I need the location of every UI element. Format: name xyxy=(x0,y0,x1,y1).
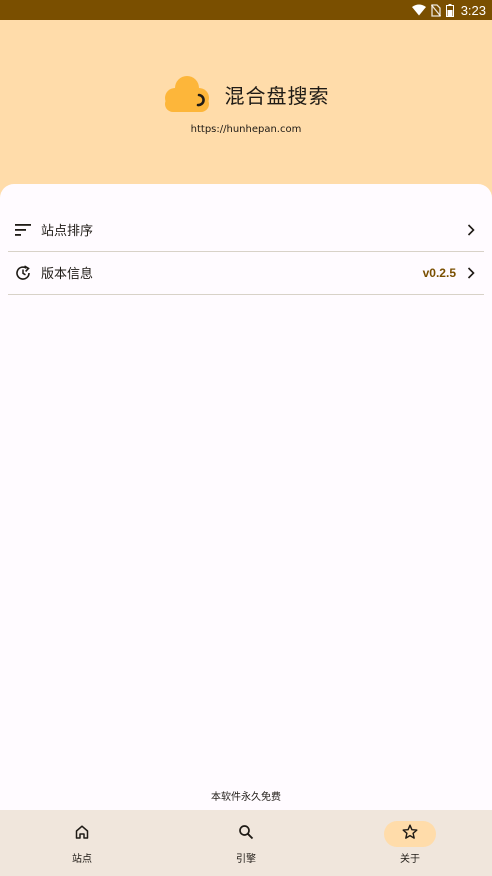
nav-item-engines[interactable]: 引擎 xyxy=(164,810,328,876)
wifi-icon xyxy=(411,4,426,16)
status-bar: 3:23 xyxy=(0,0,492,20)
sort-icon xyxy=(14,221,32,239)
free-software-note: 本软件永久免费 xyxy=(211,792,281,803)
nav-label-sites: 站点 xyxy=(72,854,92,865)
update-icon xyxy=(14,264,32,282)
nav-item-sites[interactable]: 站点 xyxy=(0,810,164,876)
no-sim-icon xyxy=(430,3,441,17)
app-header: 混合盘搜索 https://hunhepan.com xyxy=(0,20,492,185)
nav-label-engines: 引擎 xyxy=(236,854,256,865)
battery-icon xyxy=(445,3,454,17)
nav-pill xyxy=(56,821,108,847)
site-order-label: 站点排序 xyxy=(41,224,94,239)
star-icon xyxy=(402,824,418,844)
version-info-item[interactable]: 版本信息 v0.2.5 xyxy=(8,251,484,295)
nav-pill xyxy=(220,821,272,847)
chevron-right-icon xyxy=(464,266,478,280)
nav-pill-active xyxy=(384,821,436,847)
logo-row: 混合盘搜索 xyxy=(0,74,492,114)
home-icon xyxy=(74,824,90,844)
app-url[interactable]: https://hunhepan.com xyxy=(0,124,492,135)
status-time: 3:23 xyxy=(460,2,486,18)
nav-item-about[interactable]: 关于 xyxy=(328,810,492,876)
bottom-navigation: 站点 引擎 关于 xyxy=(0,810,492,876)
status-icons: 3:23 xyxy=(411,0,486,20)
search-icon xyxy=(238,824,254,844)
app-title: 混合盘搜索 xyxy=(224,83,330,108)
version-value: v0.2.5 xyxy=(422,265,456,280)
cloud-logo-icon xyxy=(163,74,225,114)
site-order-item[interactable]: 站点排序 xyxy=(8,208,484,252)
content-sheet: 站点排序 版本信息 v0.2.5 xyxy=(0,184,492,810)
chevron-right-icon xyxy=(464,223,478,237)
version-info-label: 版本信息 xyxy=(41,267,94,282)
nav-label-about: 关于 xyxy=(400,854,420,865)
